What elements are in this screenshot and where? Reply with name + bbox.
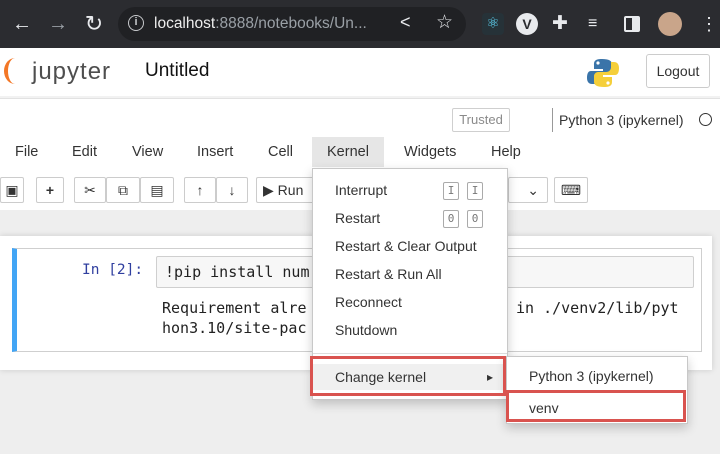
cell-output-line1: Requirement alre (162, 299, 307, 317)
shortcut-key: 0 (467, 210, 483, 228)
menu-insert[interactable]: Insert (182, 137, 248, 167)
profile-avatar[interactable] (658, 12, 682, 36)
kernel-name[interactable]: Python 3 (ipykernel) (552, 108, 684, 132)
kernel-restart-label: Restart (335, 210, 381, 226)
share-icon[interactable]: < (400, 12, 411, 33)
react-devtools-icon[interactable]: ⚛ (482, 13, 504, 35)
cell-type-select[interactable]: ⌄ (508, 177, 548, 203)
highlight-box-venv (506, 390, 686, 422)
menu-divider (313, 353, 507, 354)
cell-prompt: In [2]: (82, 262, 144, 278)
url-path: :8888/notebooks/Un... (215, 15, 367, 32)
trusted-badge[interactable]: Trusted (452, 108, 510, 132)
kernel-reconnect[interactable]: Reconnect (313, 289, 507, 315)
menu-view[interactable]: View (117, 137, 178, 167)
jupyter-logo[interactable]: jupyter (2, 54, 122, 88)
logout-button[interactable]: Logout (646, 54, 710, 88)
kernel-idle-indicator-icon (699, 113, 712, 126)
save-icon[interactable]: ▣ (0, 177, 24, 203)
cell-output-line1-tail: in ./venv2/lib/pyt (516, 299, 679, 317)
jupyter-logo-text: jupyter (32, 58, 112, 85)
jupyter-header: jupyter Untitled Logout (0, 48, 720, 96)
menu-edit[interactable]: Edit (57, 137, 112, 167)
menu-kernel[interactable]: Kernel (312, 137, 384, 167)
url-host: localhost (154, 15, 216, 32)
menu-help[interactable]: Help (476, 137, 536, 167)
extensions-puzzle-icon[interactable]: ✚ (552, 13, 574, 35)
extension-v-icon[interactable]: V (516, 13, 538, 35)
menu-cell[interactable]: Cell (253, 137, 308, 167)
paste-icon[interactable]: ▤ (140, 177, 174, 203)
address-bar[interactable]: i localhost:8888/notebooks/Un... < ☆ (118, 7, 466, 41)
kernel-restart-clear-output[interactable]: Restart & Clear Output (313, 233, 507, 259)
site-info-icon[interactable]: i (128, 15, 144, 31)
python-logo-icon (587, 59, 619, 87)
shortcut-key: I (443, 182, 459, 200)
forward-arrow-icon[interactable]: → (44, 10, 72, 38)
submenu-item-python3[interactable]: Python 3 (ipykernel) (507, 361, 687, 391)
highlight-box-change-kernel (310, 356, 506, 396)
menu-file[interactable]: File (0, 137, 53, 167)
shortcut-key: 0 (443, 210, 459, 228)
chevron-down-icon: ⌄ (527, 182, 539, 198)
shortcut-key: I (467, 182, 483, 200)
media-control-icon[interactable]: ≡ (588, 13, 610, 35)
insert-cell-below-icon[interactable]: + (36, 177, 64, 203)
side-panel-icon[interactable] (624, 16, 640, 32)
move-up-icon[interactable]: ↑ (184, 177, 216, 203)
menu-widgets[interactable]: Widgets (389, 137, 471, 167)
menu-kebab-icon[interactable]: ⋮ (700, 13, 718, 35)
cut-icon[interactable]: ✂ (74, 177, 106, 203)
back-arrow-icon[interactable]: ← (8, 10, 36, 38)
bookmark-star-icon[interactable]: ☆ (436, 11, 453, 34)
cell-output: Requirement alre in ./venv2/lib/pyt hon3.… (162, 298, 679, 338)
browser-chrome: ← → ↻ i localhost:8888/notebooks/Un... <… (0, 0, 720, 48)
cell-output-line2: hon3.10/site-pac (162, 319, 307, 337)
jupyter-logo-icon (4, 58, 26, 84)
move-down-icon[interactable]: ↓ (216, 177, 248, 203)
kernel-restart-run-all[interactable]: Restart & Run All (313, 261, 507, 287)
copy-icon[interactable]: ⧉ (106, 177, 140, 203)
url-text[interactable]: localhost:8888/notebooks/Un... (154, 15, 367, 33)
run-icon: ▶ (263, 182, 274, 198)
run-label: Run (277, 182, 304, 198)
notebook-title[interactable]: Untitled (145, 60, 209, 82)
cell-code[interactable]: !pip install num (165, 263, 310, 281)
run-button[interactable]: ▶ Run (256, 177, 316, 203)
command-palette-icon[interactable]: ⌨ (554, 177, 588, 203)
reload-icon[interactable]: ↻ (80, 10, 108, 38)
kernel-interrupt-label: Interrupt (335, 182, 388, 198)
kernel-shutdown[interactable]: Shutdown (313, 317, 507, 343)
